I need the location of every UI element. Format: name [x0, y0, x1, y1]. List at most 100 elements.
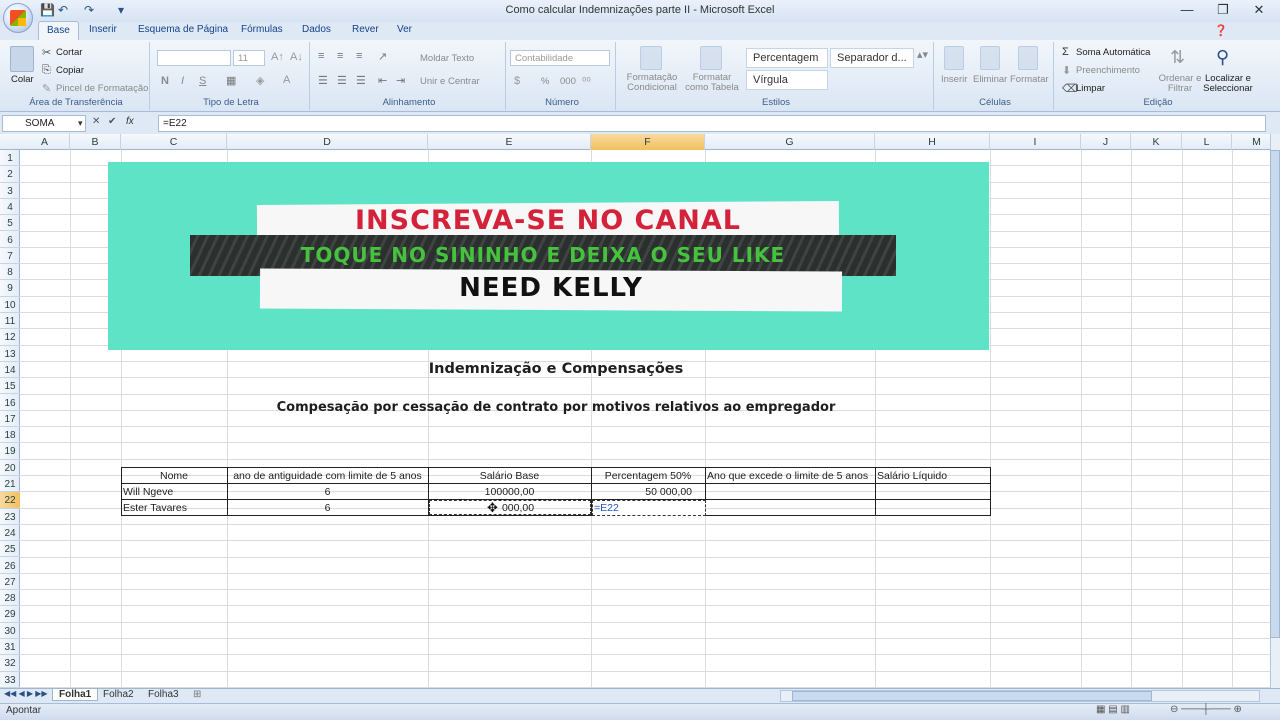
paste-icon[interactable]: [10, 46, 34, 72]
table-header[interactable]: Percentagem 50%: [591, 470, 705, 482]
view-buttons-icon[interactable]: ▦ ▤ ▥: [1096, 704, 1130, 715]
row-header[interactable]: 21: [0, 476, 20, 493]
align-middle-icon[interactable]: ≡: [337, 50, 343, 62]
tab-dados[interactable]: Dados: [302, 24, 331, 35]
fill-color-icon[interactable]: ◈: [256, 74, 264, 87]
underline-button[interactable]: S: [199, 75, 206, 87]
sheet-tab-folha3[interactable]: Folha3: [148, 689, 179, 700]
name-box-dropdown-icon[interactable]: ▾: [78, 118, 83, 129]
row-header[interactable]: 5: [0, 215, 20, 232]
tab-formulas[interactable]: Fórmulas: [241, 24, 283, 35]
row-header[interactable]: 26: [0, 558, 20, 574]
row-header[interactable]: 33: [0, 672, 20, 688]
cell-nome[interactable]: Will Ngeve: [123, 486, 227, 498]
style-virgula[interactable]: Vírgula: [746, 70, 828, 90]
wrap-text-button[interactable]: Moldar Texto: [420, 53, 474, 64]
restore-icon[interactable]: ❐: [1208, 2, 1238, 18]
tab-base[interactable]: Base: [38, 21, 79, 40]
horizontal-scroll-thumb[interactable]: [792, 691, 1152, 701]
tab-ver[interactable]: Ver: [397, 24, 412, 35]
row-header[interactable]: 13: [0, 346, 20, 362]
cell-formula-edit[interactable]: =E22: [594, 502, 702, 514]
find-select-button[interactable]: Localizar e Seleccionar: [1200, 74, 1256, 94]
delete-cells-button[interactable]: Eliminar: [973, 74, 1007, 85]
font-size-dropdown[interactable]: 11: [233, 50, 265, 66]
cut-button[interactable]: Cortar: [56, 47, 82, 58]
minimize-icon[interactable]: —: [1172, 2, 1202, 18]
table-header[interactable]: Salário Base: [428, 470, 591, 482]
merge-center-button[interactable]: Unir e Centrar: [420, 76, 480, 87]
row-header[interactable]: 8: [0, 264, 20, 281]
row-header[interactable]: 14: [0, 362, 20, 379]
align-bottom-icon[interactable]: ≡: [356, 50, 362, 62]
cell-percentagem[interactable]: 50 000,00: [591, 486, 692, 498]
row-header[interactable]: 2: [0, 166, 20, 183]
column-header[interactable]: J: [1081, 134, 1131, 150]
office-button[interactable]: [3, 3, 33, 33]
column-header[interactable]: E: [428, 134, 591, 150]
row-header[interactable]: 4: [0, 199, 20, 216]
row-header[interactable]: 22: [0, 492, 20, 509]
grow-font-icon[interactable]: A↑: [271, 51, 284, 63]
autosum-button[interactable]: Soma Automática: [1076, 47, 1150, 58]
align-right-icon[interactable]: ☰: [356, 74, 366, 87]
row-header[interactable]: 16: [0, 395, 20, 411]
row-header[interactable]: 25: [0, 541, 20, 558]
italic-button[interactable]: I: [181, 75, 184, 87]
zoom-slider-icon[interactable]: ⊖ ───┼─── ⊕: [1170, 704, 1242, 715]
table-header[interactable]: Nome: [121, 470, 227, 482]
sort-filter-button[interactable]: Ordenar e Filtrar: [1156, 74, 1204, 94]
styles-scroll-icon[interactable]: ▴▾: [917, 48, 928, 61]
row-header[interactable]: 31: [0, 639, 20, 656]
row-header[interactable]: 12: [0, 329, 20, 346]
increase-indent-icon[interactable]: ⇥: [396, 74, 405, 87]
font-name-dropdown[interactable]: [157, 50, 231, 66]
row-header[interactable]: 3: [0, 183, 20, 199]
help-icon[interactable]: ❓: [1214, 24, 1228, 37]
row-header[interactable]: 6: [0, 232, 20, 248]
sheet-tab-folha1[interactable]: Folha1: [52, 689, 99, 701]
row-header[interactable]: 11: [0, 313, 20, 330]
style-percentagem[interactable]: Percentagem: [746, 48, 828, 68]
insert-cells-button[interactable]: Inserir: [941, 74, 967, 85]
row-header[interactable]: 29: [0, 606, 20, 623]
row-header[interactable]: 18: [0, 427, 20, 444]
font-color-icon[interactable]: A: [283, 74, 290, 86]
currency-icon[interactable]: $: [514, 75, 520, 87]
align-left-icon[interactable]: ☰: [318, 74, 328, 87]
cell-salario[interactable]: 000,00: [436, 502, 588, 514]
column-header[interactable]: A: [20, 134, 70, 150]
row-header[interactable]: 30: [0, 623, 20, 639]
row-header[interactable]: 23: [0, 509, 20, 525]
row-header[interactable]: 20: [0, 460, 20, 476]
increase-decimal-icon[interactable]: ⁰⁰: [582, 75, 591, 88]
row-header[interactable]: 1: [0, 150, 20, 167]
vertical-scroll-thumb[interactable]: [1270, 150, 1280, 638]
orientation-icon[interactable]: ↗: [378, 50, 387, 63]
fill-button[interactable]: Preenchimento: [1076, 65, 1140, 76]
sheet-nav-icon[interactable]: ◀◀ ◀ ▶ ▶▶: [4, 689, 48, 698]
row-header[interactable]: 27: [0, 574, 20, 591]
enter-icon[interactable]: ✔: [108, 116, 116, 127]
close-icon[interactable]: ✕: [1244, 2, 1274, 18]
cell-anos[interactable]: 6: [227, 486, 428, 498]
column-header[interactable]: B: [70, 134, 121, 150]
column-header[interactable]: L: [1182, 134, 1232, 150]
column-header[interactable]: I: [990, 134, 1081, 150]
cell-anos[interactable]: 6: [227, 502, 428, 514]
format-painter-button[interactable]: Pincel de Formatação: [56, 83, 148, 94]
paste-button[interactable]: Colar: [11, 74, 34, 85]
table-header[interactable]: ano de antiguidade com limite de 5 anos: [227, 470, 428, 482]
shrink-font-icon[interactable]: A↓: [290, 51, 303, 63]
align-top-icon[interactable]: ≡: [318, 50, 324, 62]
column-header[interactable]: H: [875, 134, 990, 150]
column-header[interactable]: F: [591, 134, 705, 150]
column-header[interactable]: G: [705, 134, 875, 150]
clear-button[interactable]: Limpar: [1076, 83, 1105, 94]
tab-rever[interactable]: Rever: [352, 24, 379, 35]
conditional-format-button[interactable]: Formatação Condicional: [622, 73, 682, 93]
column-header[interactable]: D: [227, 134, 428, 150]
row-header[interactable]: 24: [0, 525, 20, 542]
row-header[interactable]: 15: [0, 378, 20, 395]
copy-button[interactable]: Copiar: [56, 65, 84, 76]
